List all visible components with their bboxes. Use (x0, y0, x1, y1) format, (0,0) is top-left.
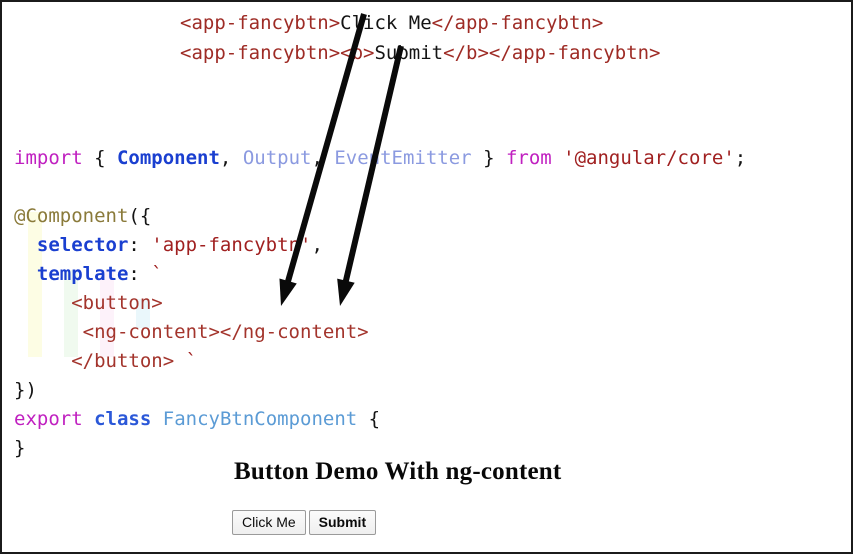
code-token: <ng-content></ng-content> (82, 321, 369, 343)
demo-heading: Button Demo With ng-content (234, 458, 562, 485)
code-token: export (14, 408, 83, 430)
component-source-code: import { Component, Output, EventEmitter… (14, 144, 746, 463)
html-usage-line: <app-fancybtn>Click Me</app-fancybtn> (180, 8, 660, 38)
html-tag-token: <app-fancybtn> (180, 42, 341, 64)
demo-button-submit[interactable]: Submit (308, 510, 377, 535)
code-token: Output (242, 147, 312, 169)
code-token: , (311, 234, 323, 256)
code-token: , (219, 147, 243, 169)
code-token: template (36, 263, 129, 285)
demo-buttons-row: Click Me Submit (232, 510, 377, 535)
code-token: class (94, 408, 152, 430)
code-token: <button> (71, 292, 163, 314)
html-tag-token: </b> (443, 42, 489, 64)
code-token: ({ (128, 205, 152, 227)
code-token: ` (185, 350, 198, 372)
code-token: 'app-fancybtn' (151, 234, 312, 256)
html-tag-token: <b> (340, 42, 375, 64)
code-token: selector (36, 234, 129, 256)
html-usage-line: <app-fancybtn><b>Submit</b></app-fancybt… (180, 38, 660, 68)
code-token: { (82, 147, 117, 169)
code-token: { (357, 408, 381, 430)
code-token: } (471, 147, 506, 169)
code-token: from (505, 147, 552, 169)
code-token: FancyBtnComponent (162, 408, 358, 430)
html-tag-token: </app-fancybtn> (431, 12, 604, 34)
code-token: '@angular/core' (563, 147, 735, 169)
code-line: @Component({ (14, 202, 746, 231)
code-line: selector: 'app-fancybtn', (14, 231, 746, 260)
code-token: , (311, 147, 335, 169)
html-text-token: Click Me (340, 12, 432, 34)
code-token: ` (151, 263, 163, 285)
code-token: import (14, 147, 83, 169)
tutorial-screenshot-page: <app-fancybtn>Click Me</app-fancybtn> <ap… (0, 0, 853, 554)
code-line: }) (14, 376, 746, 405)
code-line: <ng-content></ng-content> (14, 318, 746, 347)
code-line: <button> (14, 289, 746, 318)
code-line: import { Component, Output, EventEmitter… (14, 144, 746, 173)
code-token: : (128, 234, 152, 256)
code-token: : (128, 263, 152, 285)
code-token: </button> (71, 350, 175, 372)
code-token: } (14, 437, 26, 459)
code-line: template: ` (14, 260, 746, 289)
html-tag-token: <app-fancybtn> (180, 12, 341, 34)
html-usage-snippet: <app-fancybtn>Click Me</app-fancybtn> <ap… (180, 8, 660, 68)
code-line: export class FancyBtnComponent { (14, 405, 746, 434)
html-tag-token: </app-fancybtn> (488, 42, 661, 64)
demo-button-click-me[interactable]: Click Me (232, 510, 306, 535)
code-line: </button> ` (14, 347, 746, 376)
code-token: ; (734, 147, 747, 169)
code-token: Component (116, 147, 220, 169)
html-text-token: Submit (374, 42, 444, 64)
code-token: @Component (14, 205, 129, 227)
code-token: }) (14, 379, 37, 401)
code-token: EventEmitter (334, 147, 472, 169)
